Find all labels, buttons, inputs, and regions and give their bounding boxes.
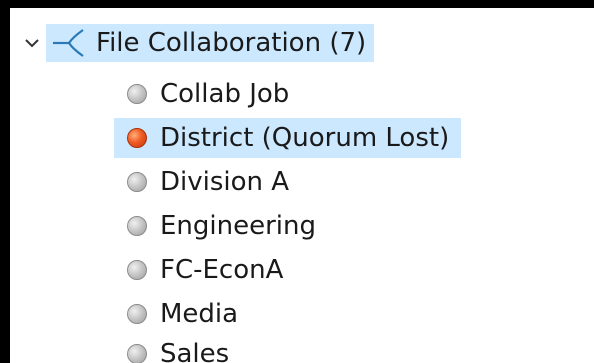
tree-item-content[interactable]: Engineering	[114, 206, 328, 246]
tree-item-content[interactable]: Media	[114, 294, 250, 334]
tree-view: File Collaboration (7) Collab Job Distri…	[10, 8, 594, 363]
tree-item[interactable]: Engineering	[114, 206, 328, 246]
tree-item[interactable]: Sales	[114, 334, 241, 363]
status-grey-icon	[114, 334, 160, 363]
window-frame: File Collaboration (7) Collab Job Distri…	[0, 0, 594, 363]
tree-item-selected[interactable]: District (Quorum Lost)	[114, 118, 462, 158]
chevron-down-icon[interactable]	[18, 24, 46, 62]
tree-item-label: Media	[160, 299, 239, 329]
tree-item[interactable]: Media	[114, 294, 250, 334]
status-red-icon	[114, 118, 160, 158]
tree-group-label: File Collaboration (7)	[96, 28, 367, 58]
tree-item[interactable]: FC-EconA	[114, 250, 295, 290]
tree-item-label: FC-EconA	[160, 255, 284, 285]
tree-item-label: Division A	[160, 167, 290, 197]
tree-group-file-collaboration[interactable]: File Collaboration (7)	[18, 24, 375, 62]
status-grey-icon	[114, 206, 160, 246]
tree-item-content[interactable]: Division A	[114, 162, 301, 202]
status-grey-icon	[114, 74, 160, 114]
cluster-branch-icon	[46, 24, 96, 62]
tree-item-content[interactable]: FC-EconA	[114, 250, 295, 290]
status-grey-icon	[114, 250, 160, 290]
tree-item-label: District (Quorum Lost)	[160, 123, 450, 153]
status-grey-icon	[114, 162, 160, 202]
tree-item-content[interactable]: Collab Job	[114, 74, 301, 114]
tree-item-content[interactable]: District (Quorum Lost)	[114, 118, 462, 158]
tree-item[interactable]: Division A	[114, 162, 301, 202]
tree-group-header[interactable]: File Collaboration (7)	[46, 24, 375, 62]
tree-item-label: Engineering	[160, 211, 316, 241]
tree-item-label: Sales	[160, 339, 230, 363]
tree-item-content[interactable]: Sales	[114, 334, 241, 363]
status-grey-icon	[114, 294, 160, 334]
tree-item-label: Collab Job	[160, 79, 290, 109]
tree-item[interactable]: Collab Job	[114, 74, 301, 114]
